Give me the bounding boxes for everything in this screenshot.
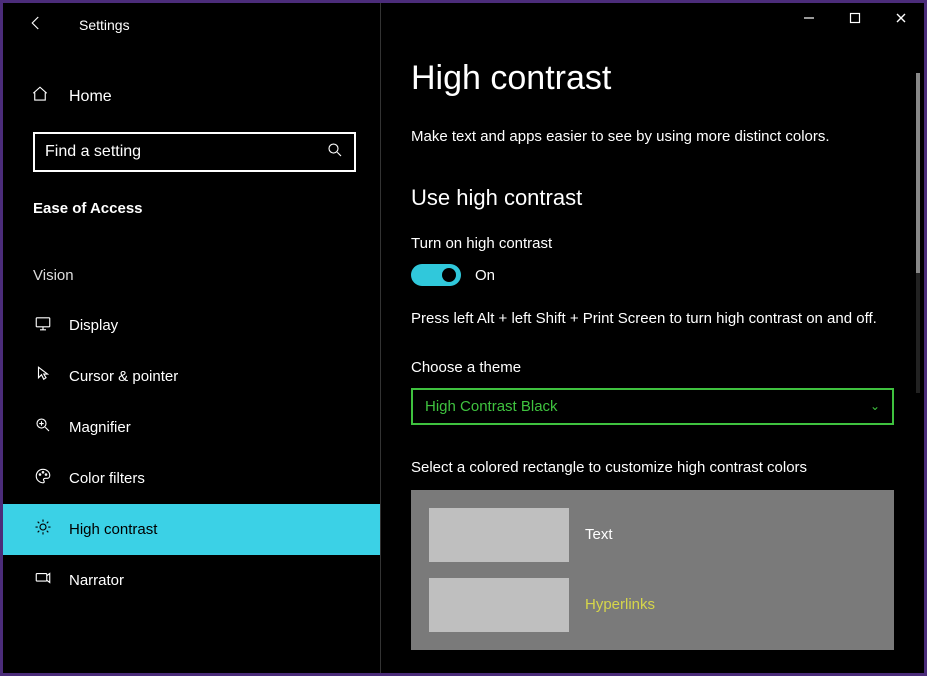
color-label: Hyperlinks [585, 596, 655, 613]
sidebar-item-cursor[interactable]: Cursor & pointer [3, 351, 380, 402]
toggle-state-label: On [475, 267, 495, 284]
content-scroll: High contrast Make text and apps easier … [381, 3, 924, 673]
chevron-down-icon: ⌄ [870, 399, 880, 413]
settings-window: Settings Home Ease of Access Vision Disp… [3, 3, 924, 673]
header: Settings [3, 3, 380, 47]
narrator-icon [33, 569, 53, 592]
toggle-caption: Turn on high contrast [411, 235, 894, 252]
content-pane: High contrast Make text and apps easier … [381, 3, 924, 673]
magnifier-icon [33, 416, 53, 439]
theme-dropdown-value: High Contrast Black [425, 398, 558, 415]
section-label: Vision [3, 227, 380, 300]
search-input[interactable] [45, 143, 326, 161]
home-icon [31, 85, 49, 108]
home-button[interactable]: Home [3, 67, 380, 126]
category-label: Ease of Access [3, 190, 380, 227]
toggle-knob [442, 268, 456, 282]
customize-label: Select a colored rectangle to customize … [411, 459, 894, 476]
close-button[interactable] [878, 3, 924, 33]
color-swatch-hyperlinks[interactable] [429, 578, 569, 632]
sidebar-item-display[interactable]: Display [3, 300, 380, 351]
color-label: Text [585, 526, 613, 543]
sidebar: Settings Home Ease of Access Vision Disp… [3, 3, 381, 673]
section-use-highcontrast: Use high contrast [411, 185, 894, 211]
scrollbar-thumb[interactable] [916, 73, 920, 273]
theme-dropdown[interactable]: High Contrast Black ⌄ [411, 388, 894, 425]
highcontrast-toggle[interactable] [411, 264, 461, 286]
app-title: Settings [79, 17, 130, 33]
page-title: High contrast [411, 59, 894, 98]
search-box[interactable] [33, 132, 356, 172]
sidebar-item-label: Display [69, 317, 118, 334]
sidebar-item-label: High contrast [69, 521, 157, 538]
titlebar [786, 3, 924, 33]
color-panel: Text Hyperlinks [411, 490, 894, 650]
maximize-button[interactable] [832, 3, 878, 33]
search-icon [326, 141, 344, 164]
scrollbar[interactable] [916, 73, 920, 393]
toggle-row: On [411, 264, 894, 286]
sidebar-item-narrator[interactable]: Narrator [3, 555, 380, 606]
theme-label: Choose a theme [411, 359, 894, 376]
display-icon [33, 314, 53, 337]
sidebar-item-magnifier[interactable]: Magnifier [3, 402, 380, 453]
back-arrow-icon[interactable] [27, 14, 45, 37]
sidebar-item-label: Narrator [69, 572, 124, 589]
sidebar-item-label: Color filters [69, 470, 145, 487]
color-swatch-text[interactable] [429, 508, 569, 562]
minimize-button[interactable] [786, 3, 832, 33]
brightness-icon [33, 518, 53, 541]
sidebar-item-label: Magnifier [69, 419, 131, 436]
sidebar-item-label: Cursor & pointer [69, 368, 178, 385]
color-row-hyperlinks: Hyperlinks [429, 578, 876, 632]
palette-icon [33, 467, 53, 490]
home-label: Home [69, 88, 112, 106]
sidebar-item-highcontrast[interactable]: High contrast [3, 504, 380, 555]
cursor-icon [33, 365, 53, 388]
color-row-text: Text [429, 508, 876, 562]
sidebar-item-colorfilters[interactable]: Color filters [3, 453, 380, 504]
shortcut-hint: Press left Alt + left Shift + Print Scre… [411, 308, 891, 331]
page-description: Make text and apps easier to see by usin… [411, 128, 894, 145]
